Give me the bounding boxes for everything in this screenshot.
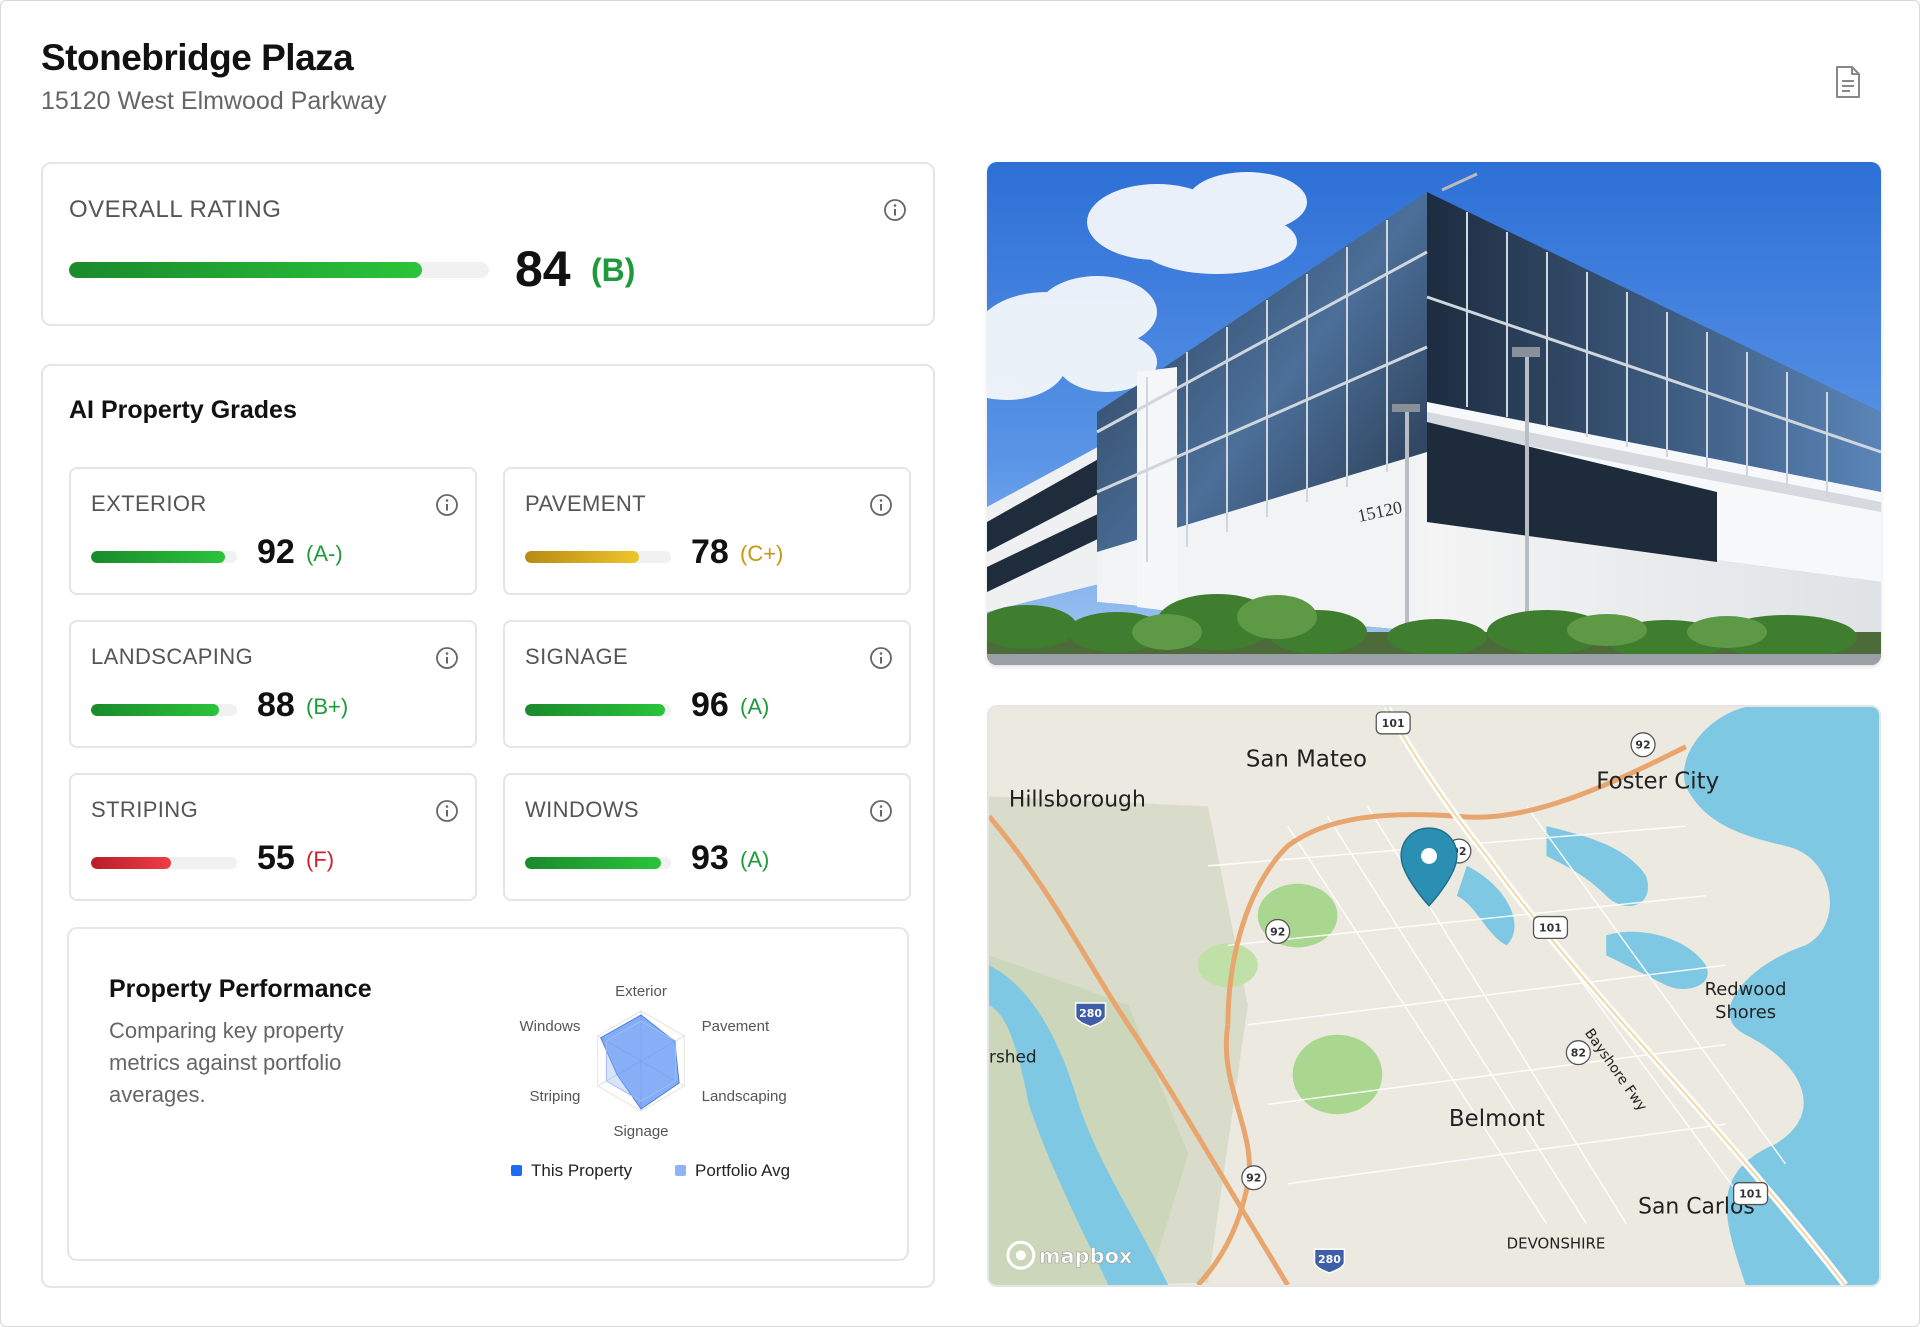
grade-bar-fill bbox=[525, 551, 639, 563]
info-icon[interactable] bbox=[883, 198, 907, 222]
grade-score: 55 bbox=[257, 839, 295, 877]
grade-label: SIGNAGE bbox=[525, 644, 629, 669]
grade-score: 78 bbox=[691, 533, 729, 571]
overall-rating-bar-fill bbox=[69, 262, 422, 278]
grade-bar bbox=[91, 857, 237, 869]
legend-swatch bbox=[511, 1165, 522, 1176]
map-label-devonshire: DEVONSHIRE bbox=[1507, 1234, 1606, 1252]
grade-card-signage: SIGNAGE 96 (A) bbox=[503, 620, 911, 748]
grade-bar-fill bbox=[525, 857, 661, 869]
radar-axis-label: Landscaping bbox=[702, 1088, 787, 1105]
highway-shield-92: 92 bbox=[1265, 918, 1291, 945]
highway-shield-82: 82 bbox=[1565, 1040, 1591, 1066]
building-photo: 15120 bbox=[987, 162, 1881, 665]
info-icon[interactable] bbox=[435, 493, 459, 517]
shield-label: 101 bbox=[1739, 1188, 1762, 1201]
grade-bar bbox=[525, 704, 671, 716]
property-panel: Stonebridge Plaza 15120 West Elmwood Par… bbox=[0, 0, 1920, 1327]
property-address: 15120 West Elmwood Parkway bbox=[41, 87, 387, 115]
highway-shield-92: 92 bbox=[1241, 1165, 1267, 1191]
grade-card-windows: WINDOWS 93 (A) bbox=[503, 773, 911, 901]
grade-label: EXTERIOR bbox=[91, 491, 207, 516]
property-performance-card: Property Performance Comparing key prope… bbox=[67, 927, 909, 1261]
shield-label: 92 bbox=[1270, 925, 1285, 938]
overall-grade: (B) bbox=[591, 252, 636, 288]
grade-label: WINDOWS bbox=[525, 797, 640, 822]
legend-swatch bbox=[675, 1165, 686, 1176]
map-label-redwood: Redwood bbox=[1705, 979, 1787, 1000]
map-label-belmont: Belmont bbox=[1449, 1106, 1545, 1132]
highway-shield-101: 101 bbox=[1733, 1182, 1769, 1206]
map-label-san-mateo: San Mateo bbox=[1246, 747, 1367, 773]
grade-card-pavement: PAVEMENT 78 (C+) bbox=[503, 467, 911, 595]
overall-rating-bar bbox=[69, 262, 489, 278]
info-icon[interactable] bbox=[869, 493, 893, 517]
grade-letter: (A) bbox=[740, 694, 770, 719]
document-icon[interactable] bbox=[1833, 65, 1863, 99]
overall-rating-card: OVERALL RATING 84 (B) bbox=[41, 162, 935, 326]
grade-card-exterior: EXTERIOR 92 (A-) bbox=[69, 467, 477, 595]
highway-shield-101: 101 bbox=[1532, 915, 1569, 940]
shield-label: 92 bbox=[1246, 1172, 1261, 1185]
grade-label: LANDSCAPING bbox=[91, 644, 254, 669]
grade-score: 92 bbox=[257, 533, 295, 571]
shield-label: 82 bbox=[1571, 1047, 1586, 1060]
grade-bar-fill bbox=[525, 704, 666, 716]
performance-title: Property Performance bbox=[109, 975, 372, 1003]
shield-label: 280 bbox=[1079, 1007, 1102, 1020]
radar-axis-label: Striping bbox=[530, 1088, 581, 1105]
section-title: AI Property Grades bbox=[69, 396, 297, 424]
overall-rating-label: OVERALL RATING bbox=[69, 196, 282, 223]
grade-letter: (C+) bbox=[740, 541, 784, 566]
shield-label: 280 bbox=[1318, 1253, 1341, 1266]
radar-axis-label: Windows bbox=[520, 1018, 581, 1035]
grade-label: PAVEMENT bbox=[525, 491, 646, 516]
grade-bar bbox=[525, 857, 671, 869]
legend-label: This Property bbox=[531, 1161, 633, 1180]
shield-label: 101 bbox=[1382, 717, 1405, 730]
grade-bar-fill bbox=[91, 857, 172, 869]
info-icon[interactable] bbox=[869, 646, 893, 670]
grade-score: 88 bbox=[257, 686, 295, 724]
grade-card-landscaping: LANDSCAPING 88 (B+) bbox=[69, 620, 477, 748]
legend-label: Portfolio Avg bbox=[695, 1161, 790, 1180]
legend-portfolio-avg: Portfolio Avg bbox=[675, 1161, 790, 1180]
grade-card-striping: STRIPING 55 (F) bbox=[69, 773, 477, 901]
grade-label: STRIPING bbox=[91, 797, 199, 822]
grade-letter: (A-) bbox=[306, 541, 343, 566]
grade-letter: (A) bbox=[740, 847, 770, 872]
radar-chart: Exterior Pavement Landscaping Signage Stripi… bbox=[511, 983, 790, 1180]
grade-score: 96 bbox=[691, 686, 729, 724]
grade-bar bbox=[91, 704, 237, 716]
map-label-shores: Shores bbox=[1715, 1002, 1776, 1023]
highway-shield-101: 101 bbox=[1375, 711, 1411, 735]
shield-label: 101 bbox=[1539, 921, 1562, 934]
performance-description: Comparing key property metrics against p… bbox=[109, 1018, 344, 1107]
legend-this-property: This Property bbox=[511, 1161, 633, 1180]
radar-axis-label: Pavement bbox=[702, 1018, 770, 1035]
mapbox-attribution: mapbox bbox=[1039, 1244, 1133, 1268]
location-map[interactable]: San Mateo Foster City Hillsborough Belmo… bbox=[987, 705, 1881, 1287]
radar-axis-label: Exterior bbox=[615, 983, 667, 1000]
map-label-hillsborough: Hillsborough bbox=[1009, 787, 1146, 812]
radar-axis-label: Signage bbox=[613, 1123, 668, 1140]
overall-score: 84 bbox=[515, 241, 571, 297]
map-label-foster-city: Foster City bbox=[1596, 768, 1719, 794]
highway-shield-92: 92 bbox=[1630, 732, 1656, 758]
shield-label: 92 bbox=[1635, 739, 1650, 752]
info-icon[interactable] bbox=[435, 799, 459, 823]
grade-letter: (F) bbox=[306, 847, 335, 872]
info-icon[interactable] bbox=[435, 646, 459, 670]
property-title: Stonebridge Plaza bbox=[41, 37, 354, 78]
grade-bar-fill bbox=[91, 551, 226, 563]
info-icon[interactable] bbox=[869, 799, 893, 823]
grade-bar bbox=[525, 551, 671, 563]
grade-bar-fill bbox=[91, 704, 220, 716]
grade-bar bbox=[91, 551, 237, 563]
grade-score: 93 bbox=[691, 839, 729, 877]
map-label-watershed: rshed bbox=[989, 1047, 1037, 1067]
ai-property-grades-card: AI Property Grades EXTERIOR 92 (A-) PAVEMEN… bbox=[41, 364, 935, 1288]
grade-letter: (B+) bbox=[306, 694, 349, 719]
